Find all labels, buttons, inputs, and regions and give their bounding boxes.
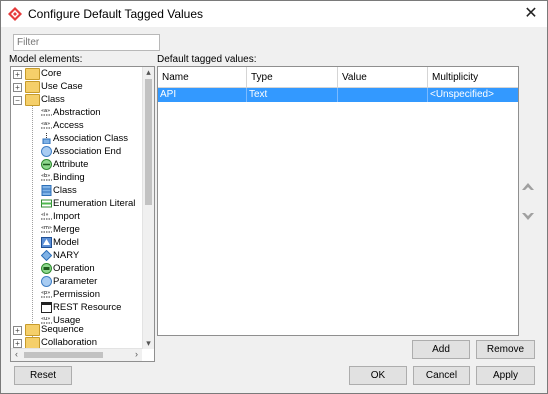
enumeration-literal-icon [41,199,52,208]
expand-icon[interactable]: + [13,326,22,335]
title-bar: Configure Default Tagged Values ✕ [1,1,547,27]
tree-content: + Core + Use Case − Class «a» Abstractio… [11,67,142,359]
tree-item-label: Class [41,94,65,105]
reset-button[interactable]: Reset [14,366,72,385]
scroll-down-icon[interactable]: ▾ [143,338,154,349]
scrollbar-thumb[interactable] [24,352,103,358]
filter-input[interactable] [13,34,160,51]
rest-resource-icon [41,302,52,313]
cell-type[interactable]: Text [247,88,338,102]
parameter-icon [41,276,52,287]
scroll-left-icon[interactable]: ‹ [11,349,22,360]
stereotype-icon: «p» [41,290,52,298]
scroll-up-icon[interactable]: ▴ [143,67,154,78]
tree-item-label: Model [53,237,79,248]
tree-item-label: Parameter [53,276,98,287]
stereotype-icon: «a» [41,121,52,129]
add-button[interactable]: Add [412,340,470,359]
tree-item-label: Enumeration Literal [53,198,136,209]
tree-item-label: Access [53,120,84,131]
svg-text:«i»: «i» [41,212,49,218]
expand-icon[interactable]: + [13,83,22,92]
cell-multiplicity[interactable]: <Unspecified> [428,88,518,102]
model-icon [41,237,52,248]
class-icon [41,185,52,196]
association-class-icon [42,133,51,144]
remove-button[interactable]: Remove [476,340,535,359]
tree-item-label: Abstraction [53,107,101,118]
tree-item-label: Operation [53,263,95,274]
tree-item-label: Core [41,68,62,79]
operation-icon [41,263,52,274]
tree-item-label: Class [53,185,77,196]
column-header-name[interactable]: Name [158,67,247,88]
tagged-values-table[interactable]: Name Type Value Multiplicity API Text <U… [157,66,519,336]
stereotype-icon: «a» [41,108,52,116]
ok-button[interactable]: OK [349,366,407,385]
tree-item-label: NARY [53,250,80,261]
column-header-value[interactable]: Value [338,67,428,88]
svg-text:«u»: «u» [41,316,50,322]
svg-text:«a»: «a» [41,108,50,114]
tree-item-label: Merge [53,224,80,235]
default-tagged-values-label: Default tagged values: [157,54,257,65]
collapse-icon[interactable]: − [13,96,22,105]
tree-horizontal-scrollbar[interactable]: ‹ › [11,348,142,361]
folder-icon [25,81,40,93]
tree-item-label: Permission [53,289,100,300]
column-header-type[interactable]: Type [247,67,338,88]
tree-item-label: Import [53,211,80,222]
svg-text:«m»: «m» [41,225,52,231]
tree-item-label: Attribute [53,159,89,170]
stereotype-icon: «m» [41,225,52,233]
tree-item-label: Association End [53,146,122,157]
close-button[interactable]: ✕ [515,1,547,27]
association-end-icon [41,146,52,157]
attribute-icon [41,159,52,170]
close-icon: ✕ [524,5,538,22]
tree-item-label: Sequence [41,324,84,335]
tree-item-label: Use Case [41,81,83,92]
move-up-icon[interactable] [521,182,535,194]
app-logo-icon [8,7,22,21]
model-elements-tree[interactable]: + Core + Use Case − Class «a» Abstractio… [10,66,155,362]
expand-icon[interactable]: + [13,70,22,79]
folder-icon [25,324,40,336]
tree-item-label: REST Resource [53,302,122,313]
expand-icon[interactable]: + [13,339,22,348]
folder-open-icon [25,94,40,106]
apply-button[interactable]: Apply [476,366,535,385]
stereotype-icon: «b» [41,173,52,181]
stereotype-icon: «i» [41,212,52,220]
svg-text:«b»: «b» [41,173,50,179]
cancel-button[interactable]: Cancel [413,366,470,385]
column-header-multiplicity[interactable]: Multiplicity [428,67,518,88]
folder-icon [25,68,40,80]
move-down-icon[interactable] [521,209,535,221]
window-title: Configure Default Tagged Values [28,7,204,21]
tree-item-label: Binding [53,172,85,183]
svg-text:«p»: «p» [41,290,50,296]
model-elements-label: Model elements: [9,54,83,65]
cell-name[interactable]: API [158,88,247,102]
nary-icon [41,250,52,261]
scroll-right-icon[interactable]: › [131,349,142,360]
scrollbar-thumb[interactable] [145,79,152,205]
tree-item-label: Association Class [53,133,128,144]
dialog-window: Configure Default Tagged Values ✕ Model … [0,0,548,394]
tree-vertical-scrollbar[interactable]: ▴ ▾ [142,67,154,349]
tree-guide-line [32,106,33,359]
cell-value[interactable] [338,88,428,102]
svg-text:«a»: «a» [41,121,50,127]
